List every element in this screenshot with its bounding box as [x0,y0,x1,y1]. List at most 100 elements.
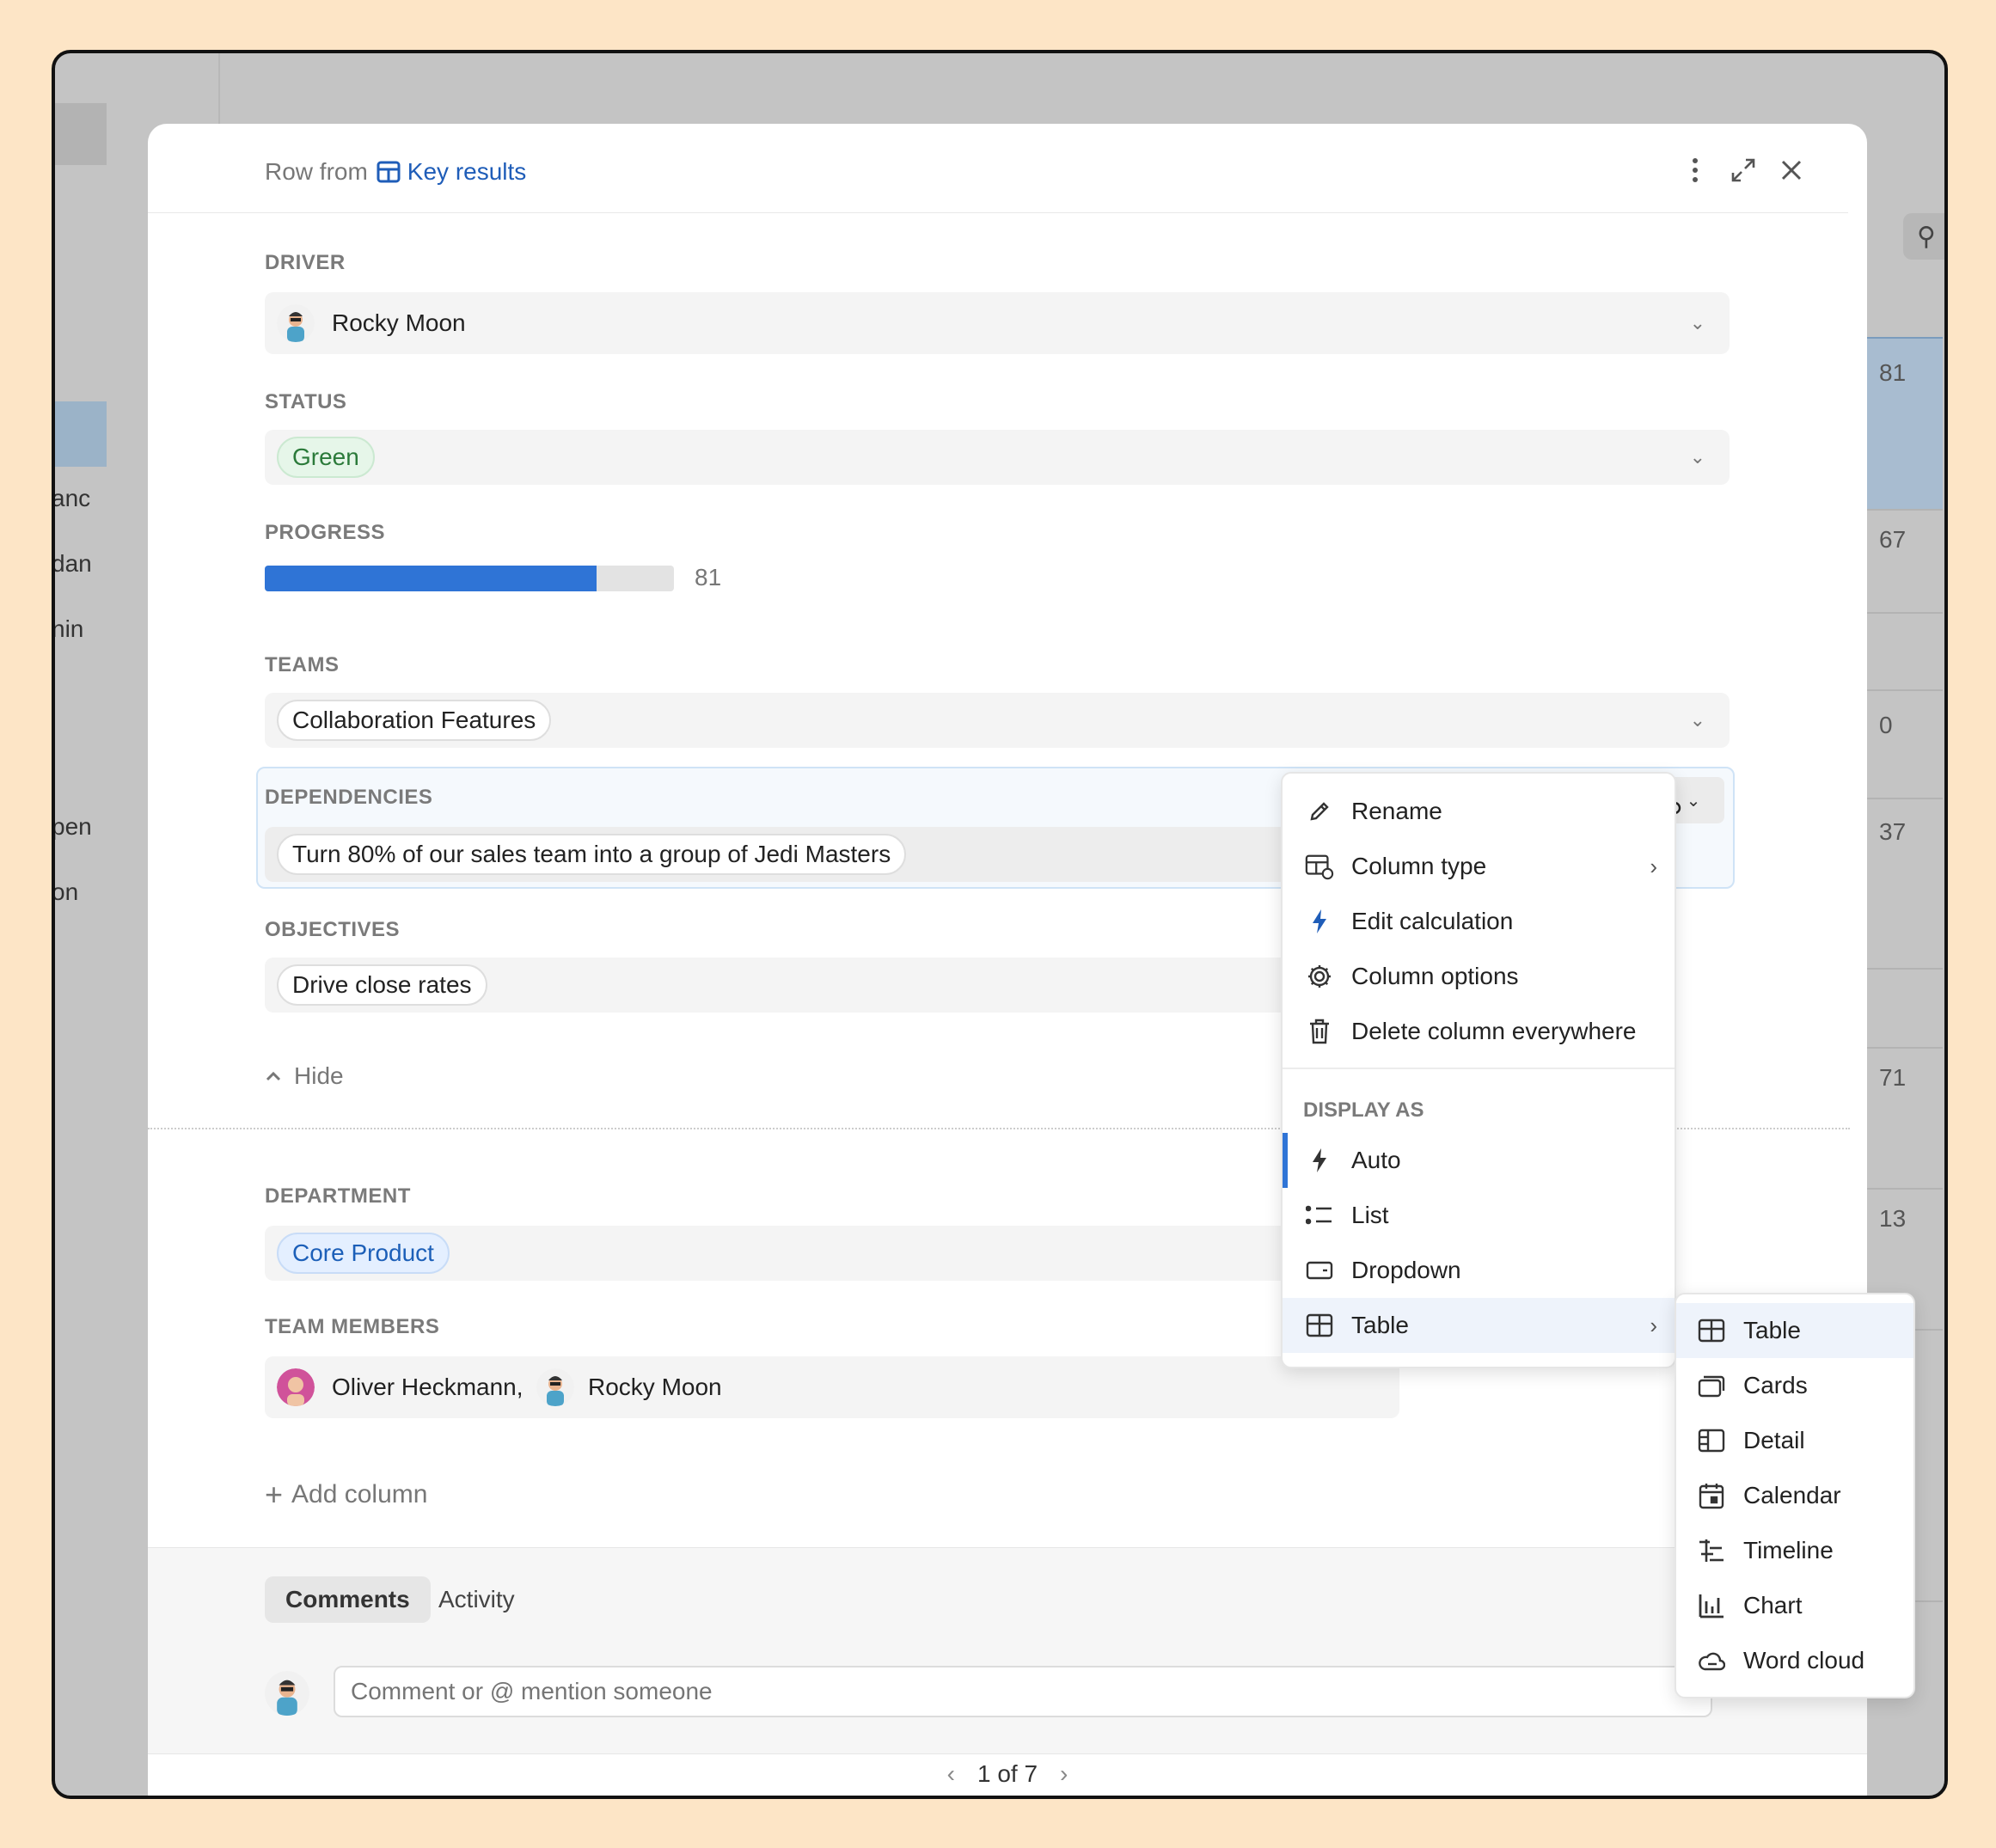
menu-item-display-list[interactable]: List [1283,1188,1675,1243]
submenu-item-label: Cards [1743,1372,1808,1398]
dependencies-label: DEPENDENCIES [265,786,433,809]
status-label: STATUS [265,390,347,413]
dependencies-field[interactable]: Turn 80% of our sales team into a group … [265,827,1399,882]
add-column-label: Add column [291,1480,428,1508]
trash-icon [1305,1017,1334,1046]
menu-divider [1283,1068,1675,1069]
menu-item-label: Edit calculation [1351,908,1514,934]
background-selected-row [55,401,107,467]
menu-item-display-auto[interactable]: Auto [1283,1133,1675,1188]
submenu-item-label: Detail [1743,1427,1805,1453]
driver-field[interactable]: Rocky Moon ⌄ [265,292,1730,354]
menu-item-display-table[interactable]: Table › [1283,1298,1675,1353]
background-progress-value: 81 [1879,359,1907,386]
menu-item-display-dropdown[interactable]: Dropdown [1283,1243,1675,1298]
calendar-icon [1697,1481,1726,1510]
submenu-item-label: Table [1743,1317,1801,1343]
status-field[interactable]: Green ⌄ [265,430,1730,485]
menu-item-label: Column options [1351,963,1519,989]
department-label: DEPARTMENT [265,1184,411,1208]
dropdown-icon [1305,1256,1334,1285]
add-column-button[interactable]: + Add column [265,1477,428,1512]
background-text: pen [52,813,92,840]
menu-item-label: Auto [1351,1147,1401,1173]
chevron-down-icon[interactable]: ⌄ [1690,446,1705,468]
modal-header: Row from Key results [148,124,1867,213]
table-icon [1697,1316,1726,1345]
progress-value: 81 [695,564,722,591]
gear-icon [1305,962,1334,991]
detail-icon [1697,1426,1726,1455]
progress-label: PROGRESS [265,521,386,544]
menu-item-label: Delete column everywhere [1351,1018,1637,1044]
background-text: anc [52,485,91,511]
driver-value: Rocky Moon [332,309,466,336]
row-from-label: Row from [265,158,368,185]
table-link[interactable]: Key results [377,158,527,186]
background-text: dan [52,550,92,577]
lightning-icon [1305,907,1334,936]
plus-icon: + [265,1477,284,1512]
menu-item-delete-column[interactable]: Delete column everywhere [1283,1004,1675,1059]
progress-bar-fill [265,566,597,591]
submenu-item-chart[interactable]: Chart [1676,1578,1913,1633]
dependency-chip: Turn 80% of our sales team into a group … [277,834,907,875]
pencil-icon [1305,797,1334,826]
display-as-label: DISPLAY AS [1303,1098,1424,1122]
tab-activity[interactable]: Activity [418,1576,536,1623]
rocky-moon-avatar [277,304,315,342]
submenu-item-cards[interactable]: Cards [1676,1358,1913,1413]
menu-item-edit-calculation[interactable]: Edit calculation [1283,894,1675,949]
objectives-label: OBJECTIVES [265,918,401,941]
chevron-right-icon[interactable]: › [1060,1760,1068,1788]
chevron-down-icon[interactable]: ⌄ [1690,312,1705,334]
tab-comments[interactable]: Comments [265,1576,431,1623]
menu-item-column-type[interactable]: Column type › [1283,839,1675,894]
status-badge: Green [277,437,375,478]
hide-toggle[interactable]: Hide [265,1062,344,1090]
close-icon[interactable] [1776,155,1807,186]
search-icon: ⚲ [1917,223,1936,251]
more-options-icon[interactable] [1680,155,1711,186]
team-members-label: TEAM MEMBERS [265,1315,440,1338]
objectives-field[interactable]: Drive close rates [265,958,1399,1013]
comment-input[interactable] [334,1666,1712,1717]
header-divider [148,212,1848,213]
menu-item-label: Column type [1351,853,1487,879]
list-icon [1305,1201,1334,1230]
background-progress-value: 67 [1879,526,1907,553]
expand-icon[interactable] [1728,155,1759,186]
background-progress-value: 37 [1879,818,1907,845]
driver-label: DRIVER [265,251,346,274]
menu-item-rename[interactable]: Rename [1283,784,1675,839]
timeline-icon [1697,1536,1726,1565]
chevron-left-icon[interactable]: ‹ [947,1760,955,1788]
oliver-heckmann-avatar [277,1368,315,1406]
team-members-field[interactable]: Oliver Heckmann, Rocky Moon [265,1356,1399,1418]
submenu-item-word-cloud[interactable]: Word cloud [1676,1633,1913,1688]
menu-item-label: Dropdown [1351,1257,1461,1283]
submenu-item-detail[interactable]: Detail [1676,1413,1913,1468]
teams-field[interactable]: Collaboration Features ⌄ [265,693,1730,748]
pager-text: 1 of 7 [977,1760,1038,1787]
chevron-down-icon[interactable]: ⌄ [1690,709,1705,731]
objective-chip: Drive close rates [277,964,487,1006]
progress-bar[interactable] [265,566,674,591]
submenu-item-calendar[interactable]: Calendar [1676,1468,1913,1523]
menu-item-column-options[interactable]: Column options [1283,949,1675,1004]
background-progress-value: 13 [1879,1205,1907,1232]
menu-item-label: Table [1351,1312,1409,1338]
background-text: on [52,878,79,905]
submenu-item-label: Word cloud [1743,1647,1865,1674]
department-field[interactable]: Core Product [265,1226,1399,1281]
menu-item-label: Rename [1351,798,1442,824]
breadcrumb: Row from Key results [265,158,526,186]
submenu-item-timeline[interactable]: Timeline [1676,1523,1913,1578]
table-link-label: Key results [407,158,527,185]
team-member-name: Oliver Heckmann, [332,1374,523,1400]
submenu-item-table[interactable]: Table [1676,1303,1913,1358]
teams-label: TEAMS [265,653,340,676]
team-chip: Collaboration Features [277,700,552,741]
chevron-down-icon: ⌄ [1686,791,1701,811]
table-icon [377,161,401,183]
